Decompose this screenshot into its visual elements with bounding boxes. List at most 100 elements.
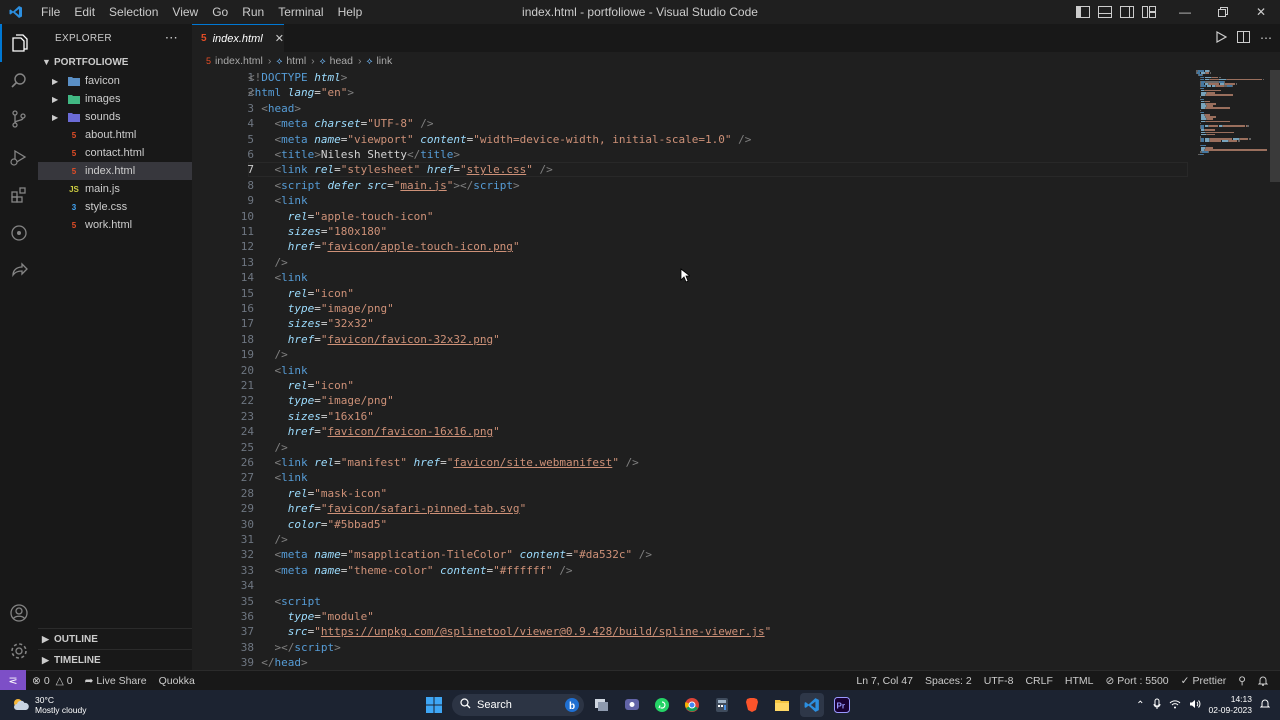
live-share-status[interactable]: ➦ Live Share (79, 675, 153, 687)
extensions-icon[interactable] (0, 176, 38, 214)
github-actions-icon[interactable] (0, 214, 38, 252)
split-editor-icon[interactable] (1237, 30, 1250, 46)
toggle-primary-sidebar-icon[interactable] (1072, 0, 1094, 24)
menu-edit[interactable]: Edit (67, 0, 102, 24)
tree-item[interactable]: 5 work.html (38, 216, 192, 234)
tree-item[interactable]: ▶ favicon (38, 72, 192, 90)
remote-indicator-icon[interactable]: ⋜ (0, 670, 26, 690)
close-tab-icon[interactable]: ✕ (275, 32, 284, 45)
source-control-icon[interactable] (0, 100, 38, 138)
task-view-icon[interactable] (590, 693, 614, 717)
line-number: 15 (240, 286, 254, 300)
whatsapp-icon[interactable] (650, 693, 674, 717)
error-count: 0 (43, 674, 50, 687)
weather-widget[interactable]: 30°C Mostly cloudy (12, 690, 87, 720)
html-file-icon: 5 (71, 166, 77, 176)
breadcrumb-head[interactable]: head (330, 55, 353, 67)
tree-item[interactable]: 5 about.html (38, 126, 192, 144)
premiere-pro-icon[interactable]: Pr (830, 693, 854, 717)
customize-layout-icon[interactable] (1138, 0, 1160, 24)
accounts-status-icon[interactable]: ⚲ (1232, 675, 1252, 687)
quokka-label: Quokka (158, 674, 195, 687)
teams-chat-icon[interactable] (620, 693, 644, 717)
notification-center-icon[interactable] (1259, 698, 1271, 712)
project-folder-header[interactable]: ▼ PORTFOLIOWE (38, 52, 192, 72)
toggle-panel-icon[interactable] (1094, 0, 1116, 24)
scrollbar-thumb[interactable] (1270, 70, 1280, 182)
live-server-status[interactable]: ⊘ Port : 5500 (1099, 675, 1174, 687)
menu-file[interactable]: File (34, 0, 67, 24)
problems-status[interactable]: ⊗ 0 △ 0 (26, 675, 79, 687)
settings-gear-icon[interactable] (0, 632, 38, 670)
clock[interactable]: 14:13 02-09-2023 (1209, 694, 1252, 716)
breadcrumb-html[interactable]: html (286, 55, 306, 67)
line-text: /> (274, 533, 288, 546)
tree-item[interactable]: JS main.js (38, 180, 192, 198)
tree-item[interactable]: ▶ images (38, 90, 192, 108)
quokka-status[interactable]: Quokka (153, 675, 201, 687)
chevron-up-icon[interactable]: ⌃ (1136, 700, 1144, 711)
menu-help[interactable]: Help (331, 0, 370, 24)
wifi-icon[interactable] (1169, 699, 1181, 712)
windows-taskbar: 30°C Mostly cloudy Search b Pr ⌃ 14:13 0… (0, 690, 1280, 720)
editor-scrollbar[interactable] (1270, 70, 1280, 670)
calculator-icon[interactable] (710, 693, 734, 717)
taskbar-search[interactable]: Search b (452, 694, 584, 716)
minimap-token (1238, 140, 1241, 142)
eol-status[interactable]: CRLF (1019, 675, 1058, 687)
menu-selection[interactable]: Selection (102, 0, 165, 24)
explorer-header: EXPLORER ⋯ (38, 24, 192, 52)
cursor-position-status[interactable]: Ln 7, Col 47 (850, 675, 919, 687)
run-icon[interactable] (1215, 30, 1228, 46)
explorer-icon[interactable] (0, 24, 38, 62)
line-text: type="module" (287, 610, 374, 623)
line-text: <link (274, 194, 308, 208)
breadcrumb-file[interactable]: index.html (215, 55, 263, 67)
accounts-icon[interactable] (0, 594, 38, 632)
line-number: 18 (240, 332, 254, 346)
mouse-cursor-icon (680, 268, 692, 288)
line-text: src="https://unpkg.com/@splinetool/viewe… (287, 625, 772, 639)
language-mode-status[interactable]: HTML (1059, 675, 1100, 687)
live-share-icon[interactable] (0, 252, 38, 290)
breadcrumb-link[interactable]: link (376, 55, 392, 67)
timeline-section[interactable]: ▶ TIMELINE (38, 649, 192, 670)
toggle-secondary-sidebar-icon[interactable] (1116, 0, 1138, 24)
tree-item[interactable]: 5 index.html (38, 162, 192, 180)
brave-browser-icon[interactable] (740, 693, 764, 717)
vscode-taskbar-icon[interactable] (800, 693, 824, 717)
outline-section[interactable]: ▶ OUTLINE (38, 628, 192, 649)
file-explorer-icon[interactable] (770, 693, 794, 717)
run-debug-icon[interactable] (0, 138, 38, 176)
menu-run[interactable]: Run (235, 0, 271, 24)
minimize-icon[interactable]: — (1166, 0, 1204, 24)
minimap-token (1232, 85, 1233, 87)
microphone-icon[interactable] (1153, 698, 1161, 713)
search-icon[interactable] (0, 62, 38, 100)
more-editor-actions-icon[interactable]: ⋯ (1260, 31, 1272, 45)
windows-start-icon[interactable] (422, 693, 446, 717)
volume-icon[interactable] (1189, 699, 1201, 712)
line-number: 16 (240, 302, 254, 315)
encoding-status[interactable]: UTF-8 (978, 675, 1020, 687)
menu-go[interactable]: Go (205, 0, 235, 24)
timeline-label: TIMELINE (54, 654, 101, 666)
tree-item[interactable]: ▶ sounds (38, 108, 192, 126)
tree-item[interactable]: 3 style.css (38, 198, 192, 216)
close-window-icon[interactable]: ✕ (1242, 0, 1280, 24)
notifications-bell-icon[interactable] (1252, 675, 1274, 686)
minimap-token (1206, 107, 1230, 109)
maximize-icon[interactable] (1204, 0, 1242, 24)
live-share-icon: ➦ (84, 674, 94, 687)
line-number: 13 (240, 255, 254, 269)
prettier-status[interactable]: ✓ Prettier (1175, 675, 1233, 687)
menu-terminal[interactable]: Terminal (271, 0, 330, 24)
more-actions-icon[interactable]: ⋯ (165, 30, 178, 46)
indentation-status[interactable]: Spaces: 2 (919, 675, 978, 687)
tab-index-html[interactable]: 5 index.html ✕ (192, 24, 284, 52)
tree-item[interactable]: 5 contact.html (38, 144, 192, 162)
menu-view[interactable]: View (165, 0, 205, 24)
minimap[interactable] (1196, 70, 1270, 310)
minimap-token (1266, 149, 1268, 151)
chrome-icon[interactable] (680, 693, 704, 717)
